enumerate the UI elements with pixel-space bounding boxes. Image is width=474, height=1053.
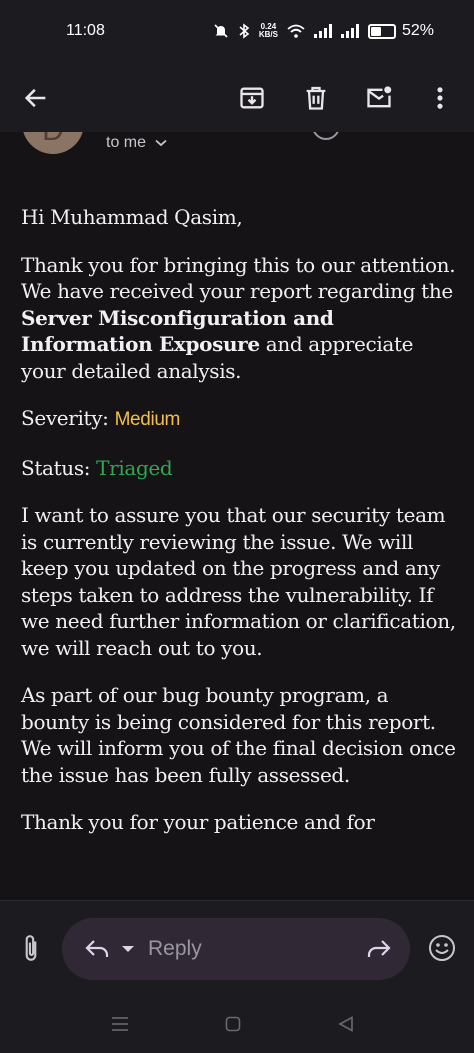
- avatar-initial: D: [42, 132, 64, 148]
- battery: 52%: [367, 22, 434, 40]
- more-options-button[interactable]: [418, 76, 462, 120]
- wifi-icon: [287, 24, 305, 38]
- paragraph-2: I want to assure you that our security t…: [21, 503, 456, 660]
- reply-input[interactable]: Reply: [62, 918, 410, 980]
- back-arrow-icon: [24, 88, 46, 108]
- recents-menu-icon[interactable]: [111, 1016, 129, 1032]
- sender-avatar[interactable]: D: [22, 132, 84, 154]
- status-value: Triaged: [96, 455, 173, 480]
- delete-button[interactable]: [294, 76, 338, 120]
- severity-label: Severity:: [21, 406, 115, 430]
- status-line: Status: Triaged: [21, 455, 461, 482]
- recipient-details-toggle[interactable]: to me: [106, 134, 168, 152]
- archive-icon: [240, 87, 264, 109]
- battery-percent: 52%: [401, 22, 434, 39]
- status-label: Status:: [21, 455, 97, 480]
- back-button[interactable]: [14, 76, 58, 120]
- paragraph-1-text: Thank you for bringing this to our atten…: [21, 252, 456, 304]
- trash-icon: [306, 86, 326, 110]
- recipient-label: to me: [106, 134, 147, 151]
- mark-unread-button[interactable]: [357, 76, 401, 120]
- paragraph-1: Thank you for bringing this to our atten…: [21, 252, 461, 385]
- severity-line: Severity: Medium: [21, 405, 461, 434]
- emoji-reaction-icon[interactable]: [312, 132, 340, 140]
- paperclip-icon: [25, 935, 37, 961]
- emoji-button[interactable]: [428, 934, 456, 967]
- emoji-icon: [429, 935, 455, 961]
- clock: 11:08: [66, 22, 105, 39]
- signal-icon: [313, 24, 332, 38]
- status-icons: 0.24 KB/S 52%: [213, 22, 434, 40]
- app-toolbar: [0, 62, 474, 132]
- reply-placeholder: Reply: [148, 937, 202, 960]
- battery-icon: [367, 23, 396, 39]
- greeting: Hi Muhammad Qasim,: [21, 205, 243, 229]
- severity-value: Medium: [114, 409, 181, 430]
- mark-unread-icon: [367, 86, 392, 108]
- archive-button[interactable]: [230, 76, 274, 120]
- reply-icon: [85, 940, 109, 957]
- chevron-down-icon[interactable]: [120, 944, 136, 954]
- status-bar: 11:08 0.24 KB/S 52%: [0, 0, 474, 62]
- email-content: D to me Hi Muhammad Qasim, Thank you for…: [0, 132, 474, 900]
- bluetooth-icon: [239, 23, 250, 39]
- forward-icon[interactable]: [366, 938, 392, 960]
- email-body: Hi Muhammad Qasim, Thank you for bringin…: [21, 204, 461, 857]
- more-vert-icon: [437, 87, 443, 109]
- paragraph-3: As part of our bug bounty program, a bou…: [21, 683, 456, 787]
- mute-icon: [214, 24, 228, 38]
- back-nav-icon[interactable]: [338, 1016, 354, 1032]
- attach-button[interactable]: [18, 934, 44, 969]
- system-nav-bar: [0, 996, 474, 1053]
- signal-2-icon: [340, 24, 359, 38]
- chevron-down-icon: [155, 139, 167, 147]
- reply-bar: Reply: [0, 900, 474, 997]
- paragraph-4: Thank you for your patience and for: [21, 810, 375, 834]
- network-speed: 0.24 KB/S: [258, 22, 278, 39]
- home-icon[interactable]: [225, 1016, 241, 1032]
